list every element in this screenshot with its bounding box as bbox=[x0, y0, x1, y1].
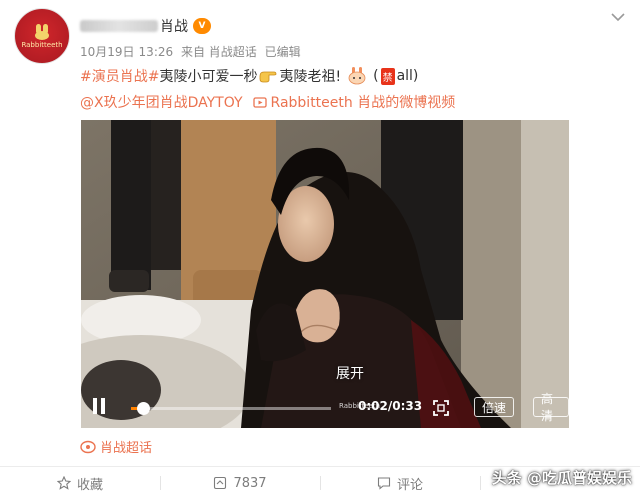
bunny-logo-icon bbox=[33, 23, 51, 40]
video-frame bbox=[81, 120, 569, 428]
progress-bar[interactable] bbox=[131, 402, 331, 415]
hashtag-link[interactable]: #演员肖战# bbox=[80, 66, 159, 86]
video-link-icon bbox=[252, 97, 267, 108]
avatar[interactable]: Rabbitteeth bbox=[14, 8, 70, 64]
author-name[interactable]: 肖战 bbox=[160, 16, 188, 36]
star-icon bbox=[56, 476, 71, 490]
verified-badge: V bbox=[193, 18, 211, 34]
post-text-part-b: 夷陵老祖! bbox=[279, 69, 342, 85]
bunny-emoji-icon bbox=[348, 67, 366, 85]
supertopic-icon bbox=[80, 440, 96, 453]
video-link[interactable]: Rabbitteeth 肖战的微博视频 bbox=[271, 92, 456, 112]
post-time[interactable]: 13:26 bbox=[139, 45, 174, 59]
video-caption: 展开 bbox=[336, 366, 364, 382]
forbidden-tag: 禁 bbox=[380, 67, 395, 85]
quality-button[interactable]: 高清 bbox=[533, 392, 569, 423]
favorite-label: 收藏 bbox=[76, 477, 103, 493]
avatar-text: Rabbitteeth bbox=[21, 40, 63, 49]
video-controls: Rabbitteeth 0:02/0:33 倍速 高清 bbox=[81, 388, 569, 428]
post-edited[interactable]: 已编辑 bbox=[265, 45, 301, 59]
toutiao-watermark: 头条 @吃瓜普娱娱乐 bbox=[491, 469, 632, 487]
video-player[interactable]: 展开 Rabbitteeth 0:02/0:33 倍速 高清 bbox=[81, 120, 569, 428]
comment-icon bbox=[377, 477, 391, 490]
time-display: 0:02/0:33 bbox=[358, 399, 423, 413]
fullscreen-icon[interactable] bbox=[433, 400, 449, 416]
mention-user-link[interactable]: @X玖少年团肖战DAYTOY bbox=[80, 92, 243, 112]
paren-close: all) bbox=[396, 68, 419, 84]
repost-button[interactable]: 7837 bbox=[160, 467, 320, 499]
speed-button[interactable]: 倍速 bbox=[474, 397, 515, 417]
supertopic-label: 肖战超话 bbox=[100, 441, 153, 456]
mentions-row: @X玖少年团肖战DAYTOY Rabbitteeth 肖战的微博视频 bbox=[80, 92, 455, 112]
author-name-row[interactable]: 肖战 V bbox=[80, 17, 211, 35]
pause-icon[interactable] bbox=[93, 398, 107, 414]
post-source[interactable]: 来自 肖战超话 bbox=[181, 45, 257, 59]
post-text: #演员肖战# 夷陵小可爱一秒 夷陵老祖! ( 禁 all) bbox=[80, 66, 418, 86]
comment-label: 评论 bbox=[396, 477, 423, 493]
favorite-button[interactable]: 收藏 bbox=[0, 467, 160, 499]
post-text-part-a: 夷陵小可爱一秒 bbox=[159, 69, 258, 85]
paren-open: ( bbox=[373, 68, 379, 84]
post-meta: 10月19日 13:26 来自 肖战超话 已编辑 bbox=[80, 43, 305, 60]
pointing-hand-icon bbox=[260, 71, 277, 83]
repost-count: 7837 bbox=[233, 475, 267, 491]
supertopic-link[interactable]: 肖战超话 bbox=[80, 437, 152, 456]
post-date[interactable]: 10月19日 bbox=[80, 45, 135, 59]
progress-knob[interactable] bbox=[137, 402, 150, 415]
comment-button[interactable]: 评论 bbox=[320, 467, 480, 499]
blurred-name bbox=[80, 20, 158, 32]
chevron-down-icon[interactable] bbox=[610, 12, 626, 22]
repost-icon bbox=[214, 476, 227, 490]
